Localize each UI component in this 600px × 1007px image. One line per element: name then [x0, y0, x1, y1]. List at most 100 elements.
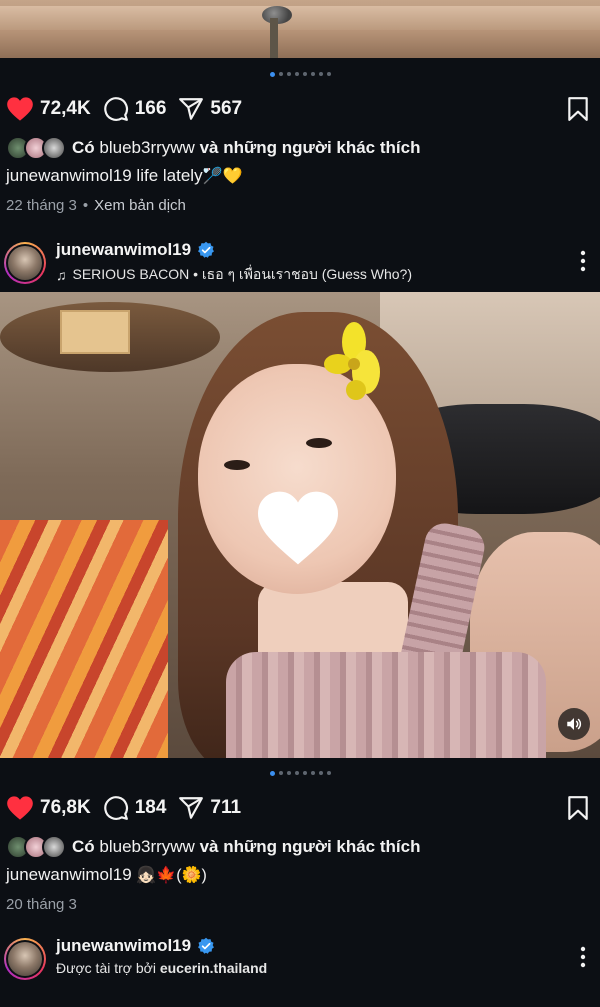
carousel-indicator — [0, 770, 600, 776]
liked-by-prefix: Có — [72, 837, 95, 856]
more-vertical-icon — [580, 250, 586, 272]
liked-by-user[interactable]: blueb3rryww — [99, 138, 194, 157]
avatar — [42, 136, 66, 160]
bookmark-icon — [568, 796, 588, 820]
post-actions: 76,8K 184 711 — [6, 791, 594, 825]
liker-avatars — [6, 136, 68, 160]
post-date: 22 tháng 3 — [6, 197, 77, 214]
like-count: 76,8K — [40, 797, 91, 818]
carousel-dot — [318, 72, 323, 76]
carousel-dot — [286, 771, 291, 775]
avatar — [8, 942, 42, 976]
send-paper-plane-icon — [179, 797, 204, 819]
photo-cushion — [0, 520, 168, 758]
avatar — [42, 835, 66, 859]
avatar — [8, 246, 42, 280]
post-actions: 72,4K 166 567 — [6, 92, 594, 126]
liked-by-prefix: Có — [72, 138, 95, 157]
post-username[interactable]: junewanwimol19 — [56, 936, 215, 956]
carousel-dot — [310, 72, 315, 76]
volume-button[interactable] — [558, 708, 590, 740]
verified-badge-icon — [198, 241, 215, 258]
username-text[interactable]: junewanwimol19 — [56, 240, 191, 260]
send-paper-plane-icon — [179, 98, 204, 120]
caption-emoji: 🏸💛 — [202, 168, 243, 185]
comment-count: 184 — [134, 797, 167, 818]
share-button[interactable]: 711 — [178, 795, 241, 821]
liked-by-text: Có blueb3rryww và những người khác thích — [72, 138, 420, 158]
caption-username[interactable]: junewanwimol19 — [6, 166, 132, 185]
carousel-dot — [310, 771, 315, 775]
post-date: 20 tháng 3 — [6, 896, 77, 913]
like-button[interactable]: 72,4K — [6, 96, 91, 122]
post-caption: junewanwimol19 👧🏻🍁(🌼) — [6, 865, 207, 885]
photo-beam — [0, 6, 600, 30]
carousel-dot — [286, 72, 291, 76]
sponsor-name[interactable]: eucerin.thailand — [160, 960, 267, 976]
heart-sticker-icon — [258, 491, 338, 565]
carousel-dot — [302, 771, 307, 775]
carousel-dot — [278, 72, 283, 76]
post-username[interactable]: junewanwimol19 — [56, 240, 215, 260]
bookmark-icon — [568, 97, 588, 121]
liked-by-suffix: và những người khác thích — [199, 837, 421, 856]
post-caption: junewanwimol19 life lately🏸💛 — [6, 166, 242, 186]
comment-button[interactable]: 184 — [103, 795, 167, 821]
liked-by-row[interactable]: Có blueb3rryww và những người khác thích — [6, 136, 420, 160]
caption-username[interactable]: junewanwimol19 — [6, 865, 132, 884]
post-date-row: 20 tháng 3 — [6, 896, 77, 913]
more-options-button[interactable] — [580, 250, 586, 277]
share-button[interactable]: 567 — [178, 96, 242, 122]
see-translation-link[interactable]: Xem bản dịch — [94, 197, 186, 214]
liked-by-suffix: và những người khác thích — [199, 138, 421, 157]
audio-track-label[interactable]: SERIOUS BACON • เธอ ๆ เพื่อนเราชอบ (Gues… — [73, 264, 413, 286]
separator-dot: • — [82, 197, 89, 214]
username-text[interactable]: junewanwimol19 — [56, 936, 191, 956]
post-header: junewanwimol19 Được tài trợ bởi eucerin.… — [0, 932, 600, 986]
more-options-button[interactable] — [580, 946, 586, 973]
sponsored-row: Được tài trợ bởi eucerin.thailand — [56, 960, 267, 976]
comment-button[interactable]: 166 — [103, 96, 167, 122]
carousel-dot — [294, 72, 299, 76]
photo-rod — [270, 18, 278, 58]
more-vertical-icon — [580, 946, 586, 968]
caption-emoji: 👧🏻🍁(🌼) — [136, 867, 207, 884]
carousel-dot — [278, 771, 283, 775]
photo-dress — [226, 652, 546, 758]
share-count: 567 — [210, 98, 243, 119]
like-count: 72,4K — [40, 98, 91, 119]
save-button[interactable] — [566, 795, 590, 826]
carousel-dot — [318, 771, 323, 775]
verified-badge-icon — [198, 937, 215, 954]
music-note-icon: ♫ — [56, 267, 67, 283]
comment-bubble-icon — [103, 97, 128, 121]
like-button[interactable]: 76,8K — [6, 795, 91, 821]
liker-avatars — [6, 835, 68, 859]
post-header: junewanwimol19 ♫ SERIOUS BACON • เธอ ๆ เ… — [0, 236, 600, 290]
liked-by-row[interactable]: Có blueb3rryww và những người khác thích — [6, 835, 420, 859]
carousel-dot — [294, 771, 299, 775]
liked-by-text: Có blueb3rryww và những người khác thích — [72, 837, 420, 857]
profile-avatar-story-ring[interactable] — [4, 242, 46, 284]
post-date-row: 22 tháng 3 • Xem bản dịch — [6, 197, 186, 214]
carousel-dot — [302, 72, 307, 76]
photo-napkin-box — [60, 310, 130, 354]
post-media[interactable] — [0, 292, 600, 758]
liked-by-user[interactable]: blueb3rryww — [99, 837, 194, 856]
comment-bubble-icon — [103, 796, 128, 820]
previous-post-photo[interactable] — [0, 0, 600, 58]
save-button[interactable] — [566, 96, 590, 127]
heart-filled-icon — [7, 97, 33, 121]
photo-eye — [306, 438, 332, 448]
carousel-dot-active — [269, 770, 275, 776]
carousel-indicator — [0, 71, 600, 77]
flower-hair-clip-icon — [324, 322, 380, 400]
sponsored-prefix: Được tài trợ bởi — [56, 960, 156, 976]
caption-text: life lately — [136, 166, 203, 185]
volume-icon — [567, 718, 582, 730]
carousel-dot — [326, 771, 331, 775]
audio-track-row[interactable]: ♫ SERIOUS BACON • เธอ ๆ เพื่อนเราชอบ (Gu… — [56, 264, 412, 286]
profile-avatar-story-ring[interactable] — [4, 938, 46, 980]
carousel-dot-active — [269, 71, 275, 77]
comment-count: 166 — [134, 98, 167, 119]
